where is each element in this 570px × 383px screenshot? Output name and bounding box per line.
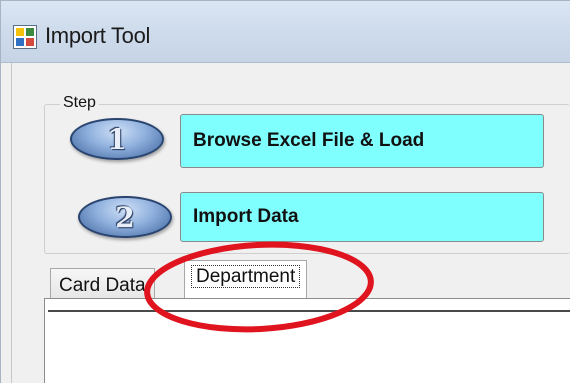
browse-excel-file-button[interactable]: Browse Excel File & Load bbox=[180, 114, 544, 168]
tab-department[interactable]: Department bbox=[184, 260, 308, 298]
title-bar[interactable]: Import Tool bbox=[1, 1, 570, 63]
import-data-button[interactable]: Import Data bbox=[180, 192, 544, 242]
tab-card-data-label: Card Data bbox=[59, 275, 146, 296]
tab-card-data[interactable]: Card Data bbox=[50, 268, 155, 300]
step-1-number: 1 bbox=[107, 122, 127, 156]
step-2-badge: 2 bbox=[78, 196, 172, 238]
app-grid-icon bbox=[13, 25, 37, 49]
window-title: Import Tool bbox=[45, 23, 151, 48]
tab-department-label: Department bbox=[191, 265, 301, 288]
step-1-badge: 1 bbox=[70, 118, 164, 160]
step-2-number: 2 bbox=[115, 200, 135, 234]
step-group-label: Step bbox=[60, 94, 99, 112]
panel-separator bbox=[48, 310, 570, 312]
